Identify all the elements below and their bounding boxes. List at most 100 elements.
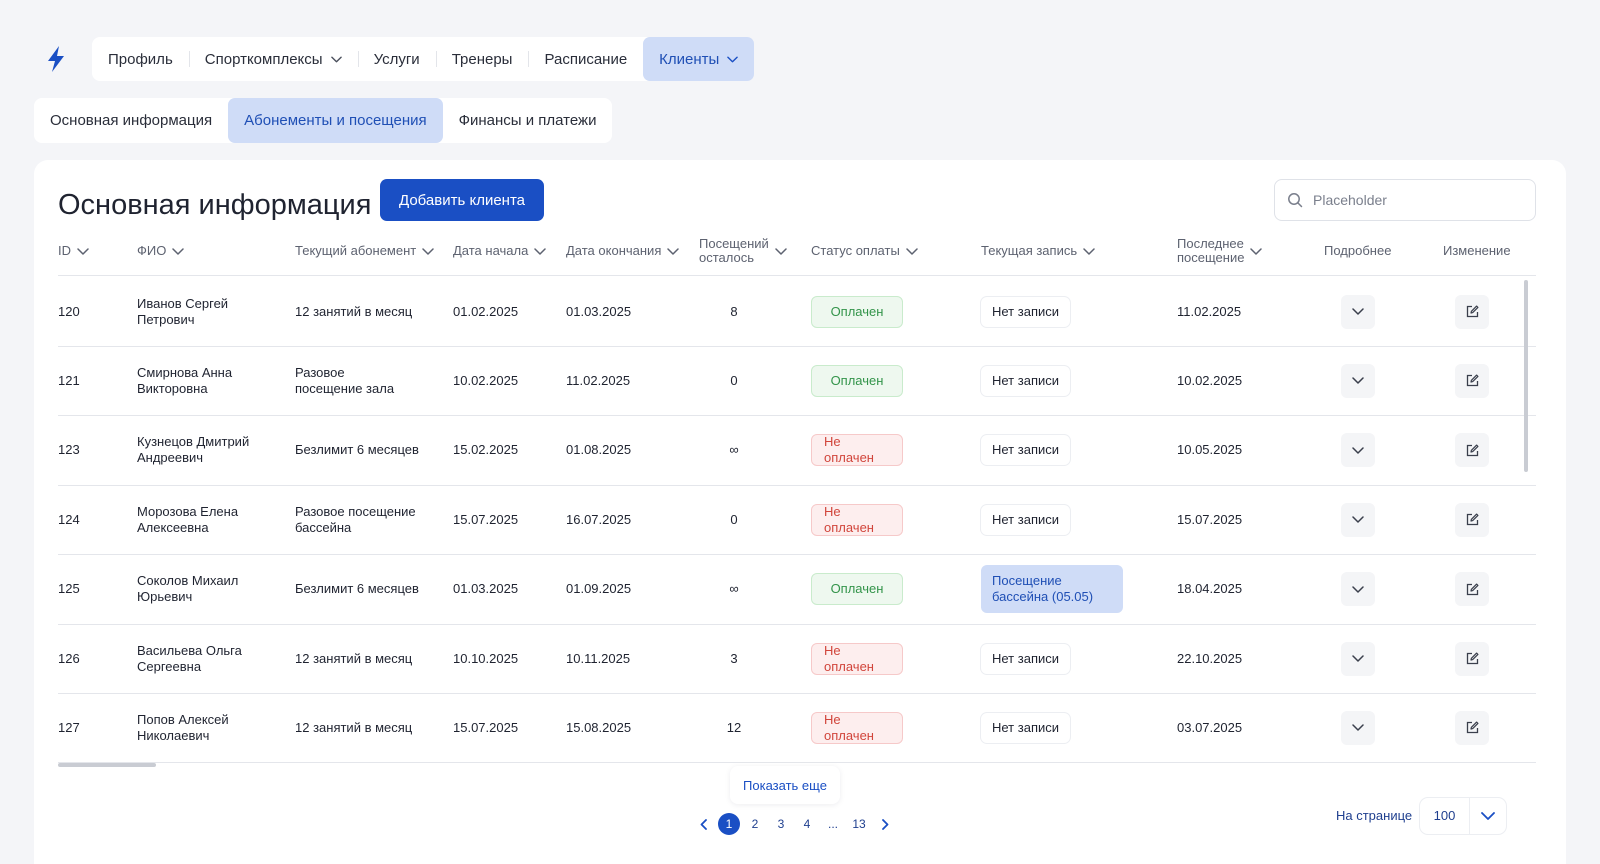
table-row: 125 Соколов Михаил Юрьевич Безлимит 6 меся… bbox=[58, 555, 1536, 625]
page-2[interactable]: 2 bbox=[744, 813, 766, 835]
chevron-down-icon bbox=[1352, 377, 1364, 385]
cell-edit bbox=[1455, 277, 1489, 346]
column-header-last[interactable]: Последнее посещение bbox=[1177, 226, 1263, 276]
nav-item-1[interactable]: Спорткомплексы bbox=[188, 37, 358, 81]
cell-sub-text: 12 занятий в месяц bbox=[295, 650, 413, 666]
cell-start-text: 15.07.2025 bbox=[453, 719, 519, 735]
column-header-label: Изменение bbox=[1443, 243, 1511, 258]
cell-sub: 12 занятий в месяц bbox=[295, 277, 412, 346]
page-13[interactable]: 13 bbox=[848, 813, 870, 835]
column-header-edit[interactable]: Изменение bbox=[1443, 226, 1511, 276]
expand-details-button[interactable] bbox=[1341, 710, 1375, 745]
column-header-status[interactable]: Статус оплаты bbox=[811, 226, 918, 276]
nav-item-label: Спорткомплексы bbox=[204, 50, 323, 68]
subtab-1[interactable]: Абонементы и посещения bbox=[228, 98, 443, 143]
cell-status: Оплачен bbox=[811, 277, 903, 346]
edit-button[interactable] bbox=[1455, 502, 1489, 537]
expand-details-button[interactable] bbox=[1341, 572, 1375, 607]
show-more-button[interactable]: Показать еще bbox=[730, 766, 840, 804]
cell-sub: 12 занятий в месяц bbox=[295, 693, 412, 762]
expand-details-button[interactable] bbox=[1341, 363, 1375, 398]
edit-button[interactable] bbox=[1455, 641, 1489, 676]
sort-chevron-icon[interactable] bbox=[1083, 247, 1095, 255]
expand-details-button[interactable] bbox=[1341, 294, 1375, 329]
cell-left-text: ∞ bbox=[729, 442, 739, 458]
chevron-down-icon[interactable] bbox=[1470, 812, 1506, 820]
expand-details-button[interactable] bbox=[1341, 641, 1375, 676]
subtab-0[interactable]: Основная информация bbox=[34, 98, 228, 143]
cell-status: Не оплачен bbox=[811, 624, 903, 693]
cell-end: 01.03.2025 bbox=[566, 277, 631, 346]
nav-item-5[interactable]: Клиенты bbox=[643, 37, 755, 81]
prev-page-icon[interactable] bbox=[692, 813, 714, 835]
sort-chevron-icon[interactable] bbox=[775, 247, 787, 255]
page-1[interactable]: 1 bbox=[718, 813, 740, 835]
per-page-select[interactable]: 100 bbox=[1420, 798, 1506, 834]
sort-chevron-icon[interactable] bbox=[422, 247, 434, 255]
column-header-sub[interactable]: Текущий абонемент bbox=[295, 226, 434, 276]
search-input[interactable] bbox=[1313, 192, 1523, 208]
cell-end-text: 15.08.2025 bbox=[566, 719, 632, 735]
subtab-2[interactable]: Финансы и платежи bbox=[443, 98, 613, 143]
column-header-record[interactable]: Текущая запись bbox=[981, 226, 1095, 276]
sort-chevron-icon[interactable] bbox=[534, 247, 547, 255]
cell-name: Васильева Ольга Сергеевна bbox=[137, 624, 242, 693]
cell-start: 01.02.2025 bbox=[453, 277, 518, 346]
column-header-start[interactable]: Дата начала bbox=[453, 226, 547, 276]
status-badge: Не оплачен bbox=[811, 711, 903, 744]
sort-chevron-icon[interactable] bbox=[172, 247, 185, 255]
cell-edit bbox=[1455, 416, 1489, 485]
sort-chevron-icon[interactable] bbox=[1250, 247, 1263, 255]
expand-details-button[interactable] bbox=[1341, 502, 1375, 537]
sort-chevron-icon[interactable] bbox=[667, 247, 680, 255]
cell-id-text: 125 bbox=[58, 581, 80, 597]
column-header-details[interactable]: Подробнее bbox=[1324, 226, 1391, 276]
column-header-name[interactable]: ФИО bbox=[137, 226, 185, 276]
edit-button[interactable] bbox=[1455, 363, 1489, 398]
cell-last: 15.07.2025 bbox=[1177, 485, 1242, 554]
cell-name-text: Иванов Сергей Петрович bbox=[137, 295, 229, 327]
cell-start: 10.02.2025 bbox=[453, 346, 518, 415]
next-page-icon[interactable] bbox=[874, 813, 896, 835]
nav-item-3[interactable]: Тренеры bbox=[435, 37, 529, 81]
chevron-down-icon bbox=[1352, 655, 1364, 662]
add-client-button[interactable]: Добавить клиента bbox=[380, 179, 544, 221]
column-header-label: Дата начала bbox=[453, 243, 529, 258]
cell-name-text: Морозова Елена Алексеевна bbox=[137, 503, 239, 535]
vertical-scrollbar[interactable] bbox=[1524, 280, 1528, 472]
edit-button[interactable] bbox=[1455, 572, 1489, 607]
cell-name: Смирнова Анна Викторовна bbox=[137, 346, 232, 415]
cell-name-text: Соколов Михаил Юрьевич bbox=[137, 573, 239, 605]
nav-item-4[interactable]: Расписание bbox=[528, 37, 643, 81]
page-3[interactable]: 3 bbox=[770, 813, 792, 835]
cell-last: 22.10.2025 bbox=[1177, 624, 1242, 693]
sort-chevron-icon[interactable] bbox=[77, 247, 89, 255]
column-header-id[interactable]: ID bbox=[58, 226, 89, 276]
sub-tabs: Основная информация Абонементы и посещени… bbox=[34, 98, 613, 143]
column-header-left[interactable]: Посещений осталось bbox=[699, 226, 787, 276]
cell-record: Посещение бассейна (05.05) bbox=[981, 555, 1123, 624]
table-row: 120 Иванов Сергей Петрович 12 занятий в ме… bbox=[58, 277, 1536, 347]
cell-left: 0 bbox=[699, 346, 769, 415]
logo-lightning-icon[interactable] bbox=[34, 37, 78, 81]
nav-item-0[interactable]: Профиль bbox=[92, 37, 189, 81]
edit-icon bbox=[1466, 374, 1479, 387]
edit-button[interactable] bbox=[1455, 294, 1489, 329]
nav-item-2[interactable]: Услуги bbox=[357, 37, 436, 81]
cell-name-text: Попов Алексей Николаевич bbox=[137, 711, 229, 743]
cell-start: 15.02.2025 bbox=[453, 416, 518, 485]
expand-details-button[interactable] bbox=[1341, 433, 1375, 468]
column-header-end[interactable]: Дата окончания bbox=[566, 226, 680, 276]
edit-icon bbox=[1466, 444, 1479, 457]
current-record-chip[interactable]: Посещение бассейна (05.05) bbox=[981, 565, 1123, 614]
edit-button[interactable] bbox=[1455, 433, 1489, 468]
page-4[interactable]: 4 bbox=[796, 813, 818, 835]
cell-left: ∞ bbox=[699, 555, 769, 624]
column-header-label: ID bbox=[58, 243, 71, 258]
cell-last: 10.05.2025 bbox=[1177, 416, 1242, 485]
cell-last-text: 10.02.2025 bbox=[1177, 372, 1243, 388]
edit-button[interactable] bbox=[1455, 710, 1489, 745]
horizontal-scrollbar[interactable] bbox=[58, 763, 156, 767]
sort-chevron-icon[interactable] bbox=[906, 247, 918, 255]
search-icon bbox=[1287, 192, 1303, 208]
